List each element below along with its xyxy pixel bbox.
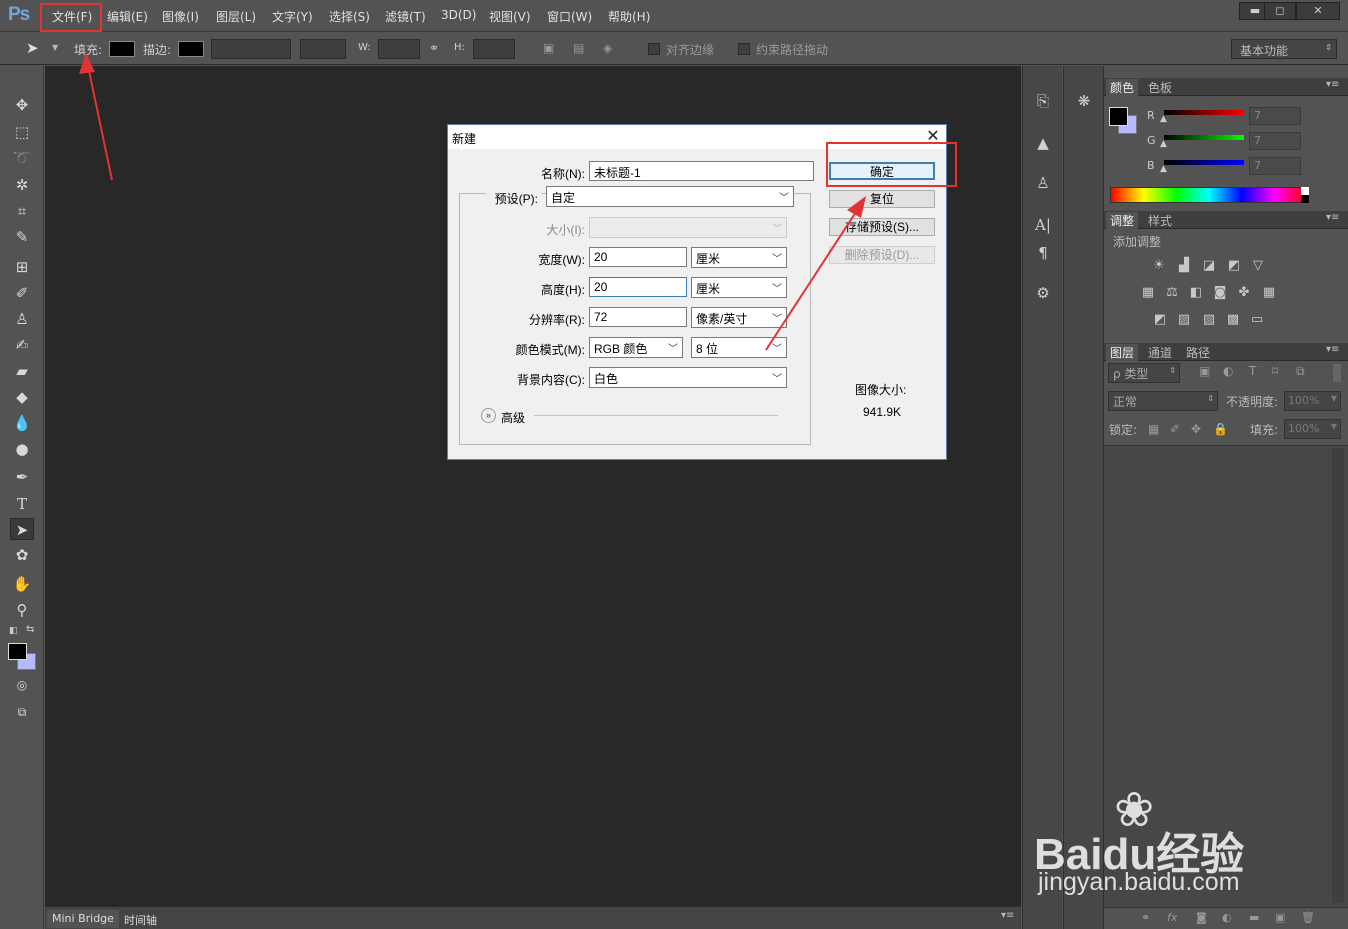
arrowhead-ok-button <box>847 196 866 218</box>
arrowhead-file-menu <box>79 53 95 74</box>
watermark: ❀ Baidu经验 jingyan.baidu.com <box>1032 785 1282 900</box>
arrow-to-ok-button <box>765 211 857 351</box>
arrow-to-file-menu <box>87 65 113 181</box>
watermark-url: jingyan.baidu.com <box>1038 868 1240 896</box>
